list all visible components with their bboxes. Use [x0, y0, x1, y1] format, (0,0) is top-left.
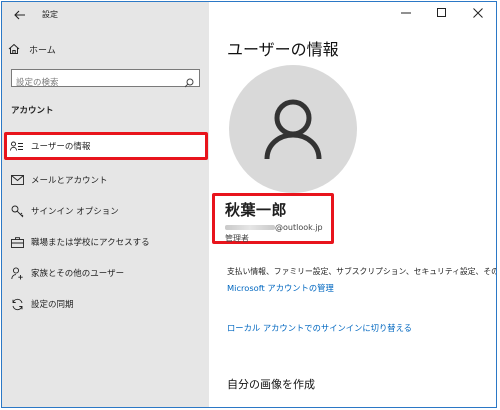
sidebar-item-sync[interactable]: 設定の同期: [4, 290, 208, 318]
manage-account-link[interactable]: Microsoft アカウントの管理: [227, 282, 334, 294]
search-icon[interactable]: [184, 73, 194, 92]
page-title: ユーザーの情報: [227, 40, 339, 59]
email-redaction: [225, 224, 275, 230]
settings-window: 設定 ホーム アカウント ユーザーの情報 メールとアカウント: [1, 1, 497, 408]
home-nav-item[interactable]: ホーム: [8, 40, 56, 58]
main-content: ユーザーの情報 秋葉一郎 @outlook.jp 管理者 支払い情報、ファミリー…: [209, 2, 496, 407]
local-account-link[interactable]: ローカル アカウントでのサインインに切り替える: [227, 322, 412, 334]
user-role: 管理者: [225, 234, 249, 243]
maximize-icon: [437, 8, 446, 17]
briefcase-icon: [10, 235, 24, 249]
sidebar-item-mail[interactable]: メールとアカウント: [4, 166, 208, 194]
user-email-row: @outlook.jp: [225, 222, 323, 232]
sidebar-item-label: ユーザーの情報: [31, 142, 91, 152]
back-arrow-icon: [14, 10, 25, 20]
sidebar-item-family[interactable]: 家族とその他のユーザー: [4, 259, 208, 287]
back-button[interactable]: [8, 4, 32, 26]
home-icon: [8, 43, 20, 54]
sidebar-item-label: 家族とその他のユーザー: [31, 269, 125, 279]
user-name: 秋葉一郎: [225, 201, 288, 219]
sidebar-item-user-info[interactable]: ユーザーの情報: [4, 132, 208, 160]
account-info-text: 支払い情報、ファミリー設定、サブスクリプション、セキュリティ設定、その他: [227, 267, 497, 276]
key-icon: [10, 204, 24, 218]
person-add-icon: [10, 266, 24, 280]
app-title: 設定: [42, 10, 58, 19]
maximize-button[interactable]: [424, 2, 460, 24]
section-header-accounts: アカウント: [11, 106, 54, 116]
window-controls: [388, 2, 496, 24]
avatar: [229, 65, 357, 193]
sidebar-item-label: メールとアカウント: [31, 176, 108, 186]
sidebar-item-work-school[interactable]: 職場または学校にアクセスする: [4, 228, 208, 256]
sidebar-item-label: サインイン オプション: [31, 207, 119, 217]
user-info-box: 秋葉一郎 @outlook.jp 管理者: [212, 193, 334, 244]
sidebar-item-label: 設定の同期: [31, 300, 74, 310]
minimize-button[interactable]: [388, 2, 424, 24]
sidebar-item-label: 職場または学校にアクセスする: [31, 238, 150, 248]
mail-icon: [10, 173, 24, 187]
search-input[interactable]: [12, 75, 176, 91]
sync-icon: [10, 297, 24, 311]
user-avatar-icon: [264, 99, 322, 160]
user-info-icon: [10, 139, 24, 153]
create-picture-header: 自分の画像を作成: [227, 378, 315, 391]
close-icon: [473, 8, 483, 18]
minimize-icon: [401, 12, 411, 14]
search-box[interactable]: [11, 69, 200, 91]
home-label: ホーム: [29, 45, 56, 56]
sidebar-item-signin-options[interactable]: サインイン オプション: [4, 197, 208, 225]
user-email: @outlook.jp: [275, 222, 323, 232]
sidebar: 設定 ホーム アカウント ユーザーの情報 メールとアカウント: [2, 2, 209, 407]
close-button[interactable]: [460, 2, 496, 24]
